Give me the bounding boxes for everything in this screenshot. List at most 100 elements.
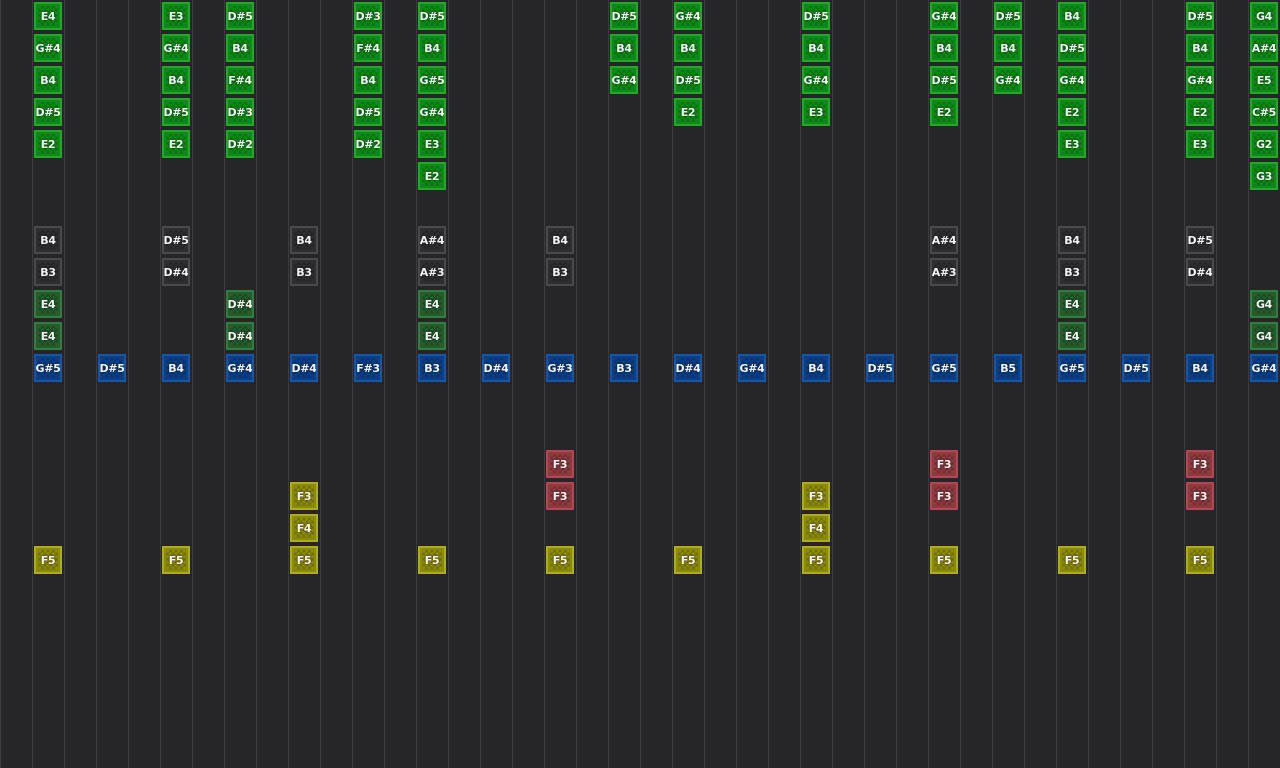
note-block-green[interactable]: D#5 bbox=[1186, 2, 1214, 30]
note-block-green[interactable]: E2 bbox=[930, 98, 958, 126]
note-block-green[interactable]: A#4 bbox=[1250, 34, 1278, 62]
note-block-grey[interactable]: B4 bbox=[1058, 226, 1086, 254]
note-block-green[interactable]: G#4 bbox=[930, 2, 958, 30]
note-block-yellow[interactable]: F4 bbox=[290, 514, 318, 542]
note-block-green[interactable]: B4 bbox=[802, 34, 830, 62]
note-block-green[interactable]: D#5 bbox=[226, 2, 254, 30]
note-block-yellow[interactable]: F5 bbox=[1186, 546, 1214, 574]
note-block-green[interactable]: E3 bbox=[418, 130, 446, 158]
note-block-blue[interactable]: D#4 bbox=[482, 354, 510, 382]
note-block-blue[interactable]: D#4 bbox=[674, 354, 702, 382]
note-block-blue[interactable]: D#4 bbox=[290, 354, 318, 382]
note-block-green[interactable]: G#4 bbox=[34, 34, 62, 62]
note-block-green[interactable]: B4 bbox=[930, 34, 958, 62]
note-block-blue[interactable]: G#4 bbox=[226, 354, 254, 382]
note-block-grey[interactable]: A#4 bbox=[930, 226, 958, 254]
note-block-dgreen[interactable]: G4 bbox=[1250, 290, 1278, 318]
note-block-yellow[interactable]: F5 bbox=[162, 546, 190, 574]
note-block-green[interactable]: D#5 bbox=[418, 2, 446, 30]
note-block-green[interactable]: D#2 bbox=[354, 130, 382, 158]
note-block-red[interactable]: F3 bbox=[930, 482, 958, 510]
note-block-dgreen[interactable]: E4 bbox=[34, 322, 62, 350]
note-block-green[interactable]: E5 bbox=[1250, 66, 1278, 94]
note-block-green[interactable]: D#5 bbox=[354, 98, 382, 126]
note-block-green[interactable]: D#5 bbox=[162, 98, 190, 126]
note-block-green[interactable]: D#5 bbox=[674, 66, 702, 94]
note-block-green[interactable]: C#5 bbox=[1250, 98, 1278, 126]
note-block-green[interactable]: B4 bbox=[34, 66, 62, 94]
note-block-grey[interactable]: B4 bbox=[34, 226, 62, 254]
note-block-green[interactable]: G#5 bbox=[418, 66, 446, 94]
note-block-dgreen[interactable]: E4 bbox=[418, 290, 446, 318]
note-block-green[interactable]: G2 bbox=[1250, 130, 1278, 158]
note-block-blue[interactable]: D#5 bbox=[1122, 354, 1150, 382]
note-block-blue[interactable]: G#5 bbox=[930, 354, 958, 382]
note-block-yellow[interactable]: F3 bbox=[802, 482, 830, 510]
note-block-grey[interactable]: D#4 bbox=[162, 258, 190, 286]
note-block-yellow[interactable]: F4 bbox=[802, 514, 830, 542]
note-block-green[interactable]: B4 bbox=[354, 66, 382, 94]
note-block-green[interactable]: D#5 bbox=[994, 2, 1022, 30]
note-block-green[interactable]: E2 bbox=[34, 130, 62, 158]
note-block-yellow[interactable]: F5 bbox=[802, 546, 830, 574]
note-block-grey[interactable]: B3 bbox=[290, 258, 318, 286]
note-block-green[interactable]: E3 bbox=[162, 2, 190, 30]
note-block-grey[interactable]: D#4 bbox=[1186, 258, 1214, 286]
note-block-grey[interactable]: B4 bbox=[290, 226, 318, 254]
note-block-grey[interactable]: D#5 bbox=[162, 226, 190, 254]
note-block-grey[interactable]: B3 bbox=[34, 258, 62, 286]
note-grid[interactable]: E4 G#4 B4 D#5 E2 B4 B3 E4 E4 G#5 F5 D#5 E3 G#4 B4 D#5 E2… bbox=[0, 0, 1280, 768]
note-block-blue[interactable]: G#5 bbox=[1058, 354, 1086, 382]
note-block-blue[interactable]: B3 bbox=[610, 354, 638, 382]
note-block-red[interactable]: F3 bbox=[930, 450, 958, 478]
note-block-green[interactable]: E2 bbox=[674, 98, 702, 126]
note-block-yellow[interactable]: F5 bbox=[930, 546, 958, 574]
note-block-dgreen[interactable]: E4 bbox=[34, 290, 62, 318]
note-block-green[interactable]: D#5 bbox=[802, 2, 830, 30]
note-block-green[interactable]: G#4 bbox=[1058, 66, 1086, 94]
note-block-red[interactable]: F3 bbox=[546, 450, 574, 478]
note-block-yellow[interactable]: F3 bbox=[290, 482, 318, 510]
note-block-green[interactable]: D#5 bbox=[34, 98, 62, 126]
note-block-green[interactable]: D#5 bbox=[1058, 34, 1086, 62]
note-block-blue[interactable]: B4 bbox=[802, 354, 830, 382]
note-block-dgreen[interactable]: E4 bbox=[1058, 322, 1086, 350]
note-block-yellow[interactable]: F5 bbox=[1058, 546, 1086, 574]
note-block-blue[interactable]: G#5 bbox=[34, 354, 62, 382]
note-block-green[interactable]: G#4 bbox=[994, 66, 1022, 94]
note-block-blue[interactable]: G#3 bbox=[546, 354, 574, 382]
note-block-green[interactable]: E3 bbox=[1186, 130, 1214, 158]
note-block-blue[interactable]: B3 bbox=[418, 354, 446, 382]
note-block-grey[interactable]: B4 bbox=[546, 226, 574, 254]
note-block-green[interactable]: D#3 bbox=[226, 98, 254, 126]
note-block-red[interactable]: F3 bbox=[1186, 482, 1214, 510]
note-block-yellow[interactable]: F5 bbox=[34, 546, 62, 574]
note-block-blue[interactable]: F#3 bbox=[354, 354, 382, 382]
note-block-blue[interactable]: G#4 bbox=[1250, 354, 1278, 382]
note-block-dgreen[interactable]: D#4 bbox=[226, 322, 254, 350]
note-block-green[interactable]: G#4 bbox=[802, 66, 830, 94]
note-block-green[interactable]: D#5 bbox=[610, 2, 638, 30]
note-block-green[interactable]: E2 bbox=[1186, 98, 1214, 126]
note-block-green[interactable]: F#4 bbox=[226, 66, 254, 94]
note-block-green[interactable]: B4 bbox=[226, 34, 254, 62]
note-block-green[interactable]: G#4 bbox=[418, 98, 446, 126]
note-block-green[interactable]: B4 bbox=[1186, 34, 1214, 62]
note-block-blue[interactable]: B4 bbox=[1186, 354, 1214, 382]
note-block-green[interactable]: G#4 bbox=[162, 34, 190, 62]
note-block-grey[interactable]: B3 bbox=[1058, 258, 1086, 286]
note-block-dgreen[interactable]: E4 bbox=[418, 322, 446, 350]
note-block-blue[interactable]: G#4 bbox=[738, 354, 766, 382]
note-block-green[interactable]: E3 bbox=[802, 98, 830, 126]
note-block-green[interactable]: D#2 bbox=[226, 130, 254, 158]
note-block-green[interactable]: E4 bbox=[34, 2, 62, 30]
note-block-blue[interactable]: D#5 bbox=[866, 354, 894, 382]
note-block-green[interactable]: B4 bbox=[1058, 2, 1086, 30]
note-block-green[interactable]: B4 bbox=[994, 34, 1022, 62]
note-block-grey[interactable]: A#3 bbox=[418, 258, 446, 286]
note-block-green[interactable]: B4 bbox=[162, 66, 190, 94]
note-block-green[interactable]: F#4 bbox=[354, 34, 382, 62]
note-block-green[interactable]: G#4 bbox=[610, 66, 638, 94]
note-block-green[interactable]: E2 bbox=[162, 130, 190, 158]
note-block-yellow[interactable]: F5 bbox=[290, 546, 318, 574]
